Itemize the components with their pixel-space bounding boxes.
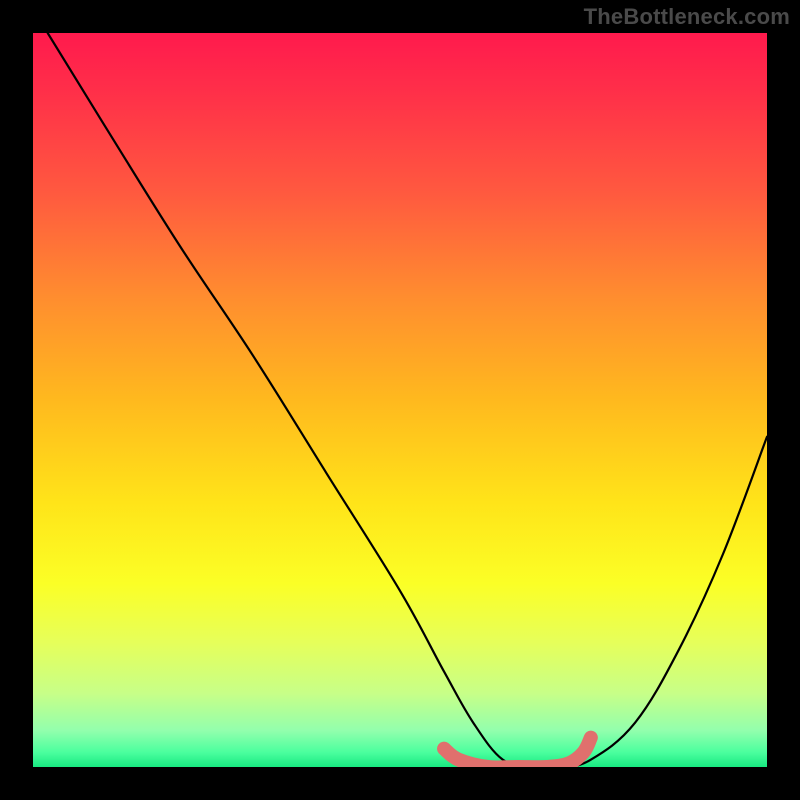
curve-layer: [33, 33, 767, 767]
chart-container: TheBottleneck.com: [0, 0, 800, 800]
highlight-curve: [444, 738, 591, 767]
watermark-text: TheBottleneck.com: [584, 4, 790, 30]
bottleneck-curve: [48, 33, 767, 767]
plot-area: [33, 33, 767, 767]
